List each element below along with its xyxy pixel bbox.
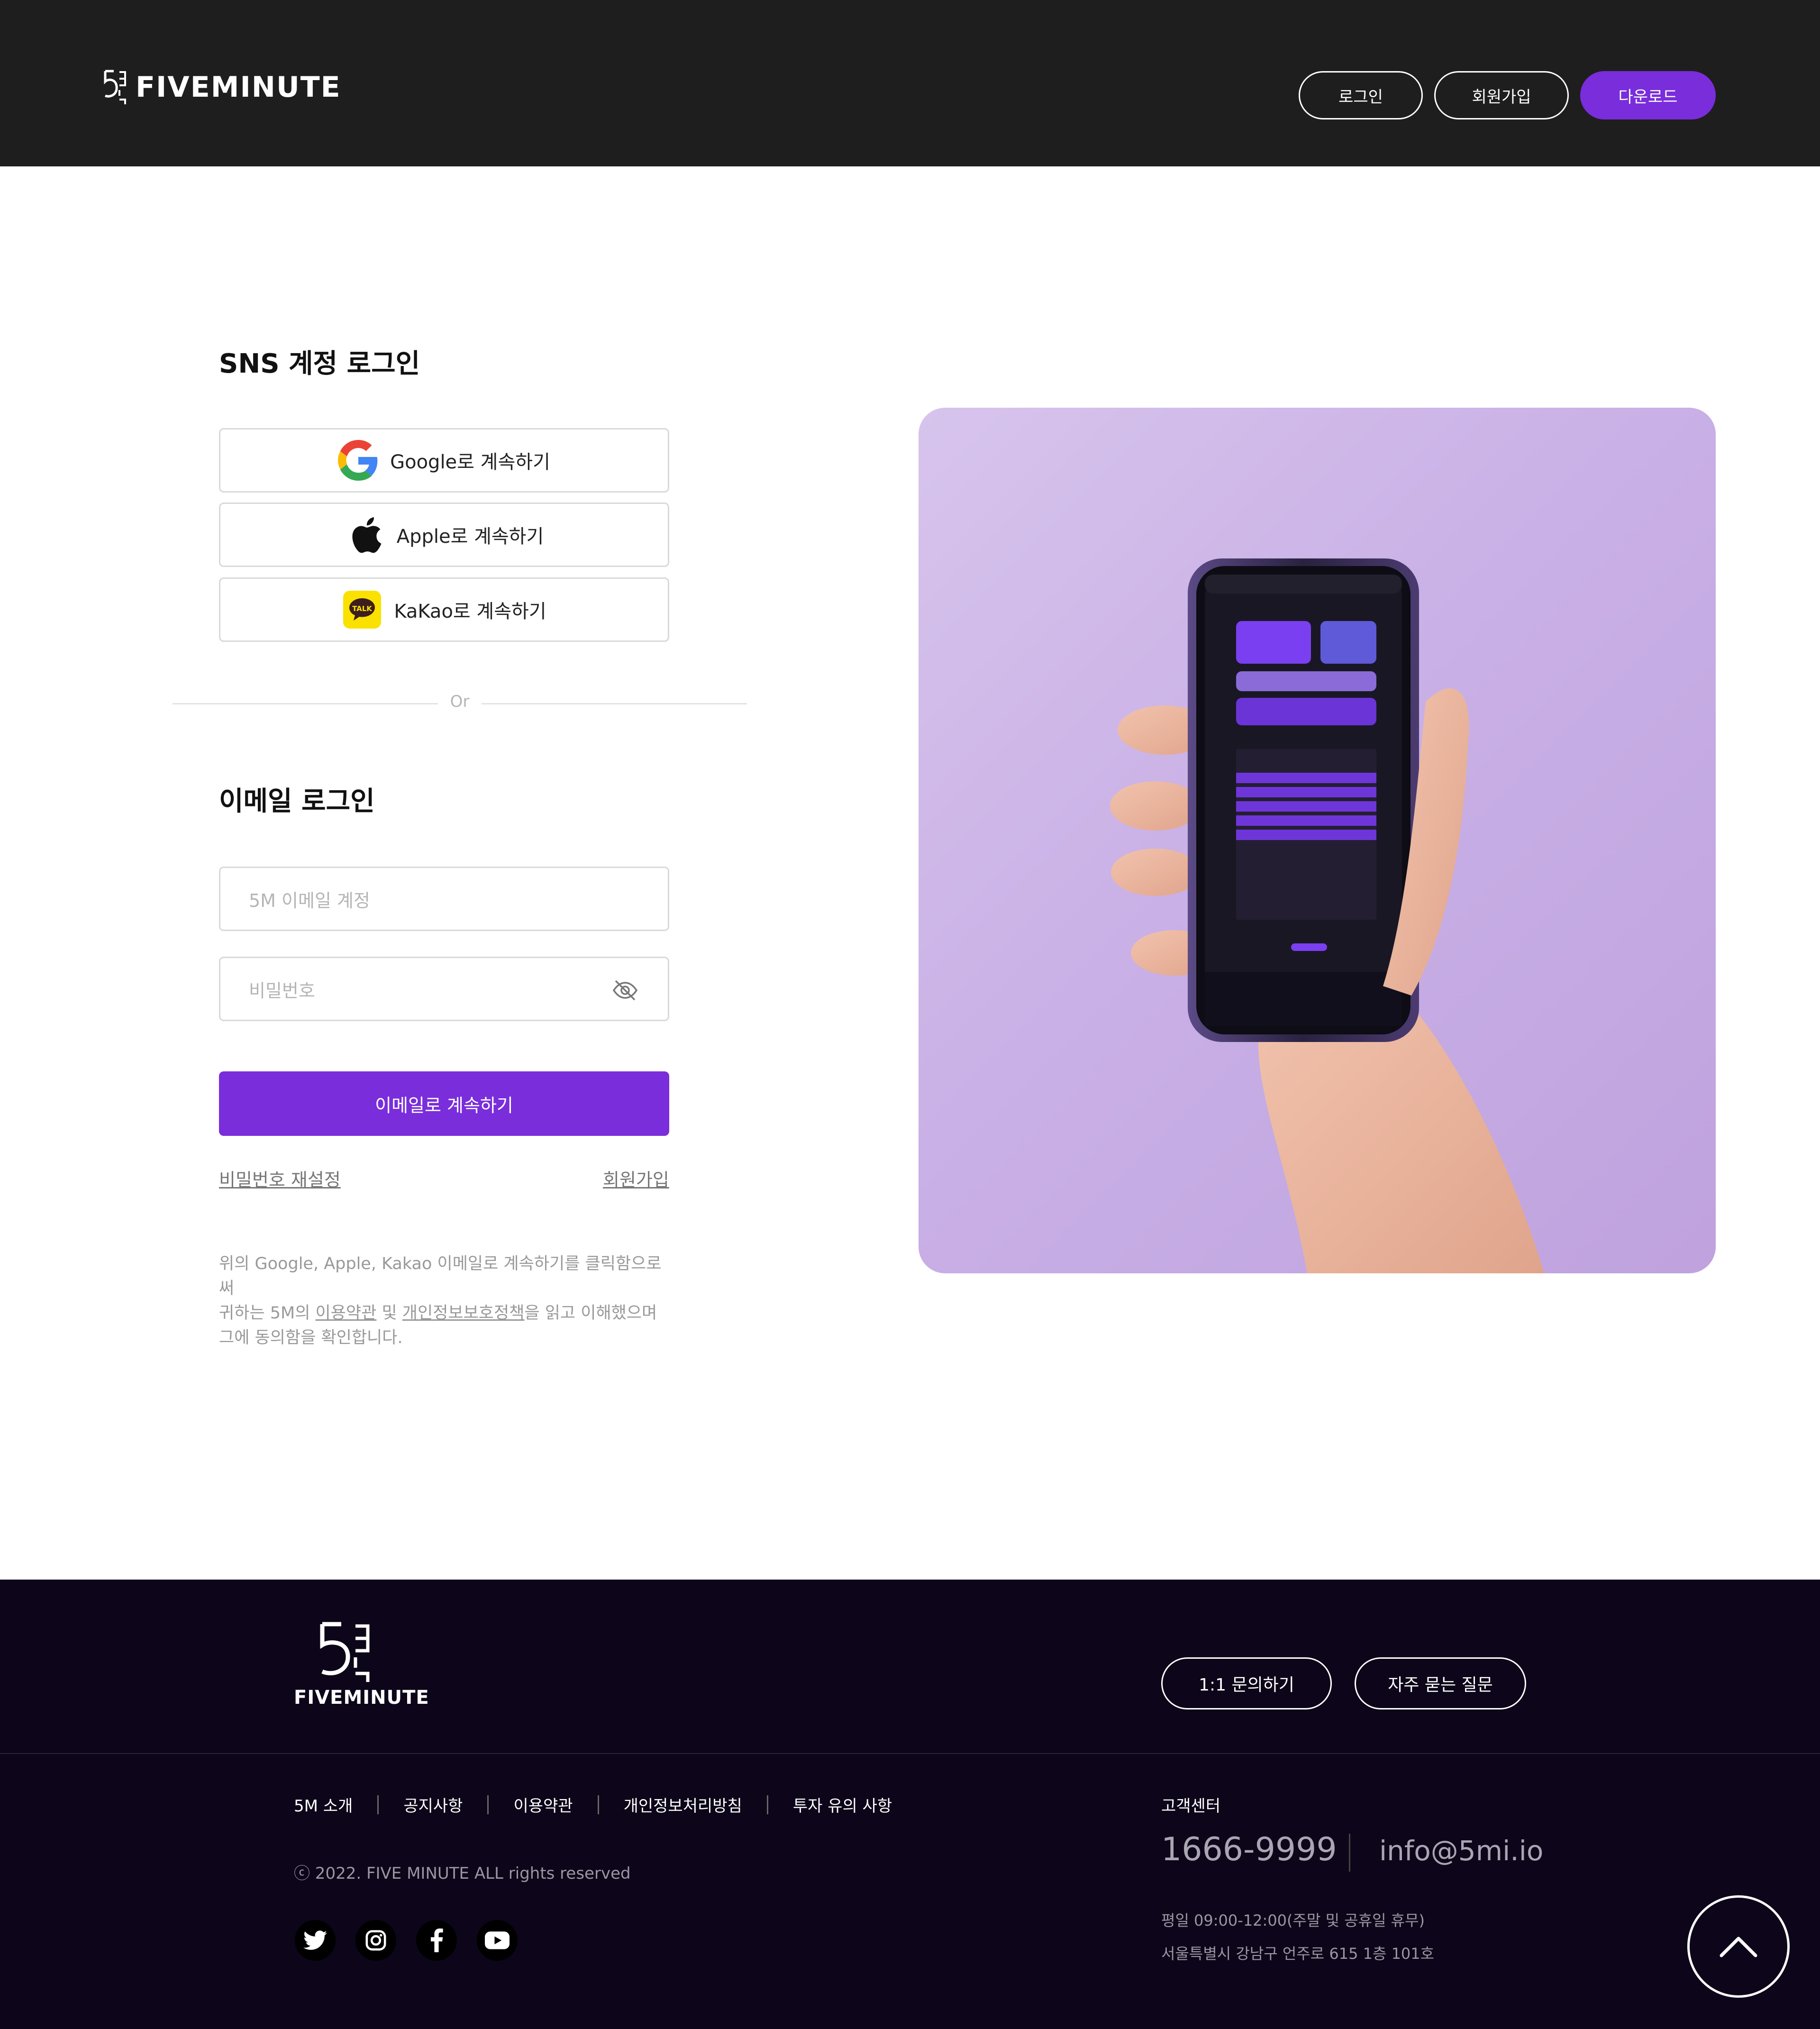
sns-login-title: SNS 계정 로그인 xyxy=(219,348,420,379)
email-field-placeholder: 5M 이메일 계정 xyxy=(249,890,370,911)
signup-link[interactable]: 회원가입 xyxy=(603,1165,669,1191)
password-field-placeholder: 비밀번호 xyxy=(249,980,315,1001)
footer-nav-separator xyxy=(487,1795,489,1814)
faq-button[interactable]: 자주 묻는 질문 xyxy=(1355,1657,1526,1709)
email-field[interactable]: 5M 이메일 계정 xyxy=(219,867,669,931)
divider-or-text: Or xyxy=(450,692,470,711)
youtube-link[interactable] xyxy=(477,1920,518,1961)
footer-nav-privacy[interactable]: 개인정보처리방침 xyxy=(624,1793,742,1816)
footer-nav-notice[interactable]: 공지사항 xyxy=(403,1793,463,1816)
youtube-icon xyxy=(485,1931,510,1949)
footer-brand-logo[interactable]: FIVEMINUTE xyxy=(294,1621,429,1709)
copyright-text: ⓒ 2022. FIVE MINUTE ALL rights reserved xyxy=(294,1864,631,1883)
divider-line-right xyxy=(482,703,747,704)
email-login-button[interactable]: 이메일로 계속하기 xyxy=(219,1071,669,1136)
google-icon xyxy=(338,440,379,481)
apple-login-label: Apple로 계속하기 xyxy=(396,526,544,548)
google-login-button[interactable]: Google로 계속하기 xyxy=(219,428,669,493)
hero-image xyxy=(919,408,1716,1273)
login-button[interactable]: 로그인 xyxy=(1299,71,1423,119)
footer-divider xyxy=(0,1753,1820,1754)
apple-login-button[interactable]: Apple로 계속하기 xyxy=(219,503,669,567)
footer-nav: 5M 소개 공지사항 이용약관 개인정보처리방침 투자 유의 사항 xyxy=(294,1793,892,1816)
twitter-link[interactable] xyxy=(295,1920,336,1961)
hand-phone-illustration xyxy=(1110,558,1544,1273)
site-header: FIVEMINUTE 로그인 회원가입 다운로드 xyxy=(0,0,1820,166)
footer-nav-terms[interactable]: 이용약관 xyxy=(513,1793,573,1816)
eye-off-icon[interactable] xyxy=(611,976,639,1005)
kakao-login-label: KaKao로 계속하기 xyxy=(394,601,546,622)
reset-password-link[interactable]: 비밀번호 재설정 xyxy=(219,1165,341,1191)
terms-notice: 위의 Google, Apple, Kakao 이메일로 계속하기를 클릭함으로… xyxy=(219,1252,674,1350)
footer-brand-name: FIVEMINUTE xyxy=(294,1687,429,1709)
facebook-icon xyxy=(430,1928,443,1952)
customer-center-email[interactable]: info@5mi.io xyxy=(1379,1835,1543,1867)
footer-nav-about[interactable]: 5M 소개 xyxy=(294,1793,353,1816)
footer-nav-separator xyxy=(766,1795,768,1814)
kakao-login-button[interactable]: TALK KaKao로 계속하기 xyxy=(219,577,669,642)
notice-line-2-suffix: 을 읽고 이해했으며 xyxy=(524,1304,657,1323)
customer-center-label: 고객센터 xyxy=(1161,1797,1221,1816)
brand-name: FIVEMINUTE xyxy=(136,71,341,104)
twitter-icon xyxy=(303,1930,327,1950)
footer-nav-separator xyxy=(377,1795,379,1814)
footer-nav-investment-notice[interactable]: 투자 유의 사항 xyxy=(793,1793,892,1816)
chevron-up-icon xyxy=(1720,1937,1757,1957)
google-login-label: Google로 계속하기 xyxy=(390,451,550,473)
footer-logo-mark-icon xyxy=(320,1622,370,1682)
inquiry-button[interactable]: 1:1 문의하기 xyxy=(1161,1657,1332,1709)
company-address: 서울특별시 강남구 언주로 615 1층 101호 xyxy=(1161,1945,1435,1963)
facebook-link[interactable] xyxy=(416,1920,457,1961)
notice-line-2: 귀하는 5M의 이용약관 및 개인정보보호정책을 읽고 이해했으며 xyxy=(219,1301,674,1325)
kakao-talk-icon: TALK xyxy=(342,589,382,630)
notice-line-2-prefix: 귀하는 5M의 xyxy=(219,1304,316,1323)
customer-center-separator xyxy=(1349,1834,1350,1872)
apple-icon xyxy=(345,514,385,555)
instagram-icon xyxy=(365,1930,386,1951)
scroll-to-top-button[interactable] xyxy=(1687,1895,1790,1998)
instagram-link[interactable] xyxy=(355,1920,396,1961)
logo-mark-icon xyxy=(104,70,126,104)
download-button[interactable]: 다운로드 xyxy=(1580,71,1716,119)
notice-line-1: 위의 Google, Apple, Kakao 이메일로 계속하기를 클릭함으로… xyxy=(219,1254,662,1298)
business-hours: 평일 09:00-12:00(주말 및 공휴일 휴무) xyxy=(1161,1911,1425,1929)
brand-logo[interactable]: FIVEMINUTE xyxy=(103,68,341,106)
email-login-title: 이메일 로그인 xyxy=(219,786,375,817)
customer-center-phone: 1666-9999 xyxy=(1161,1831,1337,1868)
divider-line-left xyxy=(173,703,438,704)
signup-button[interactable]: 회원가입 xyxy=(1434,71,1569,119)
notice-line-3: 그에 동의함을 확인합니다. xyxy=(219,1328,403,1347)
password-field[interactable]: 비밀번호 xyxy=(219,957,669,1021)
site-footer xyxy=(0,1580,1820,2029)
terms-of-use-link[interactable]: 이용약관 xyxy=(316,1304,377,1323)
kakao-talk-text: TALK xyxy=(352,604,373,613)
footer-nav-separator xyxy=(597,1795,599,1814)
privacy-policy-link[interactable]: 개인정보보호정책 xyxy=(402,1304,525,1323)
notice-line-2-mid: 및 xyxy=(376,1304,402,1323)
